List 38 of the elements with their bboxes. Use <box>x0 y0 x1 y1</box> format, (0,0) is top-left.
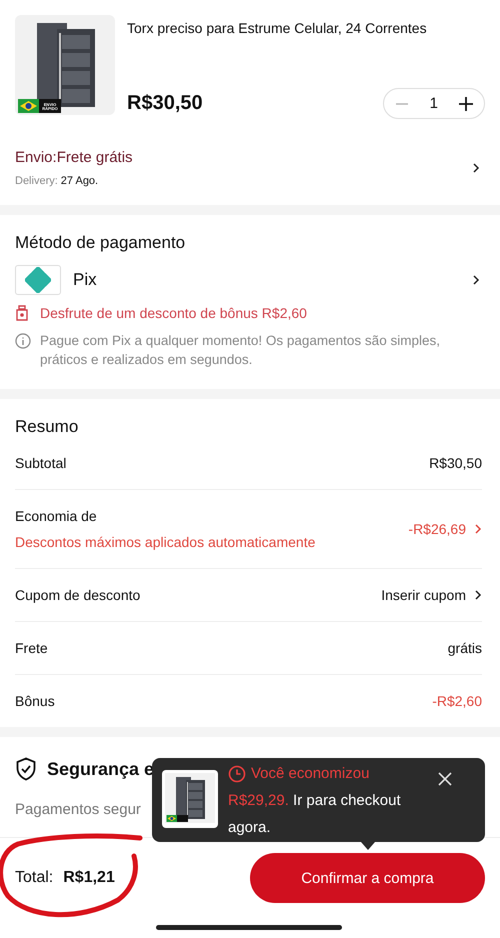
summary-label: Economia de <box>15 508 98 524</box>
summary-value: grátis <box>448 640 482 656</box>
info-text: Pague com Pix a qualquer momento! Os pagamentos são simples, práticos e realizados em segundos. <box>40 332 441 369</box>
product-title: Torx preciso para Estrume Celular, 24 Correntes <box>127 20 428 36</box>
summary-value: -R$2,60 <box>432 693 482 709</box>
plus-icon[interactable] <box>458 96 474 112</box>
summary-sublabel: Descontos máximos aplicados automaticamente <box>15 534 316 550</box>
close-icon[interactable] <box>438 772 452 786</box>
shipping-method[interactable]: Envio:Frete grátis <box>15 149 133 166</box>
delivery-label: Delivery: <box>15 175 58 187</box>
pix-logo-icon <box>15 265 61 295</box>
summary-label: Frete <box>15 640 48 656</box>
shield-check-icon <box>15 757 37 781</box>
summary-label: Subtotal <box>15 455 66 471</box>
security-text: Pagamentos segur <box>15 801 141 818</box>
tooltip-title: Você economizou <box>251 764 370 784</box>
summary-value[interactable]: Inserir cupom <box>381 587 466 603</box>
chevron-right-icon[interactable] <box>472 274 480 286</box>
coin-jar-icon <box>15 305 29 321</box>
info-icon <box>15 333 31 349</box>
summary-label: Bônus <box>15 693 55 709</box>
confirm-button[interactable]: Confirmar a compra <box>250 853 485 903</box>
chevron-right-icon[interactable] <box>472 162 480 174</box>
total-label: Total: <box>15 869 54 887</box>
delivery-date: 27 Ago. <box>60 175 98 187</box>
total-value: R$1,21 <box>63 869 115 887</box>
summary-value[interactable]: -R$26,69 <box>408 521 466 537</box>
section-heading: Resumo <box>15 417 80 437</box>
product-price: R$30,50 <box>127 92 203 115</box>
chevron-right-icon[interactable] <box>474 589 482 601</box>
summary-label: Cupom de desconto <box>15 587 140 603</box>
bonus-text: Desfrute de um desconto de bônus R$2,60 <box>40 305 307 321</box>
section-heading: Método de pagamento <box>15 233 186 253</box>
payment-method[interactable]: Pix <box>73 270 460 290</box>
quantity-value: 1 <box>430 95 438 112</box>
summary-value: R$30,50 <box>429 455 482 471</box>
clock-icon <box>228 764 246 782</box>
tooltip-message: R$29,29. Ir para checkout agora. <box>228 791 402 838</box>
